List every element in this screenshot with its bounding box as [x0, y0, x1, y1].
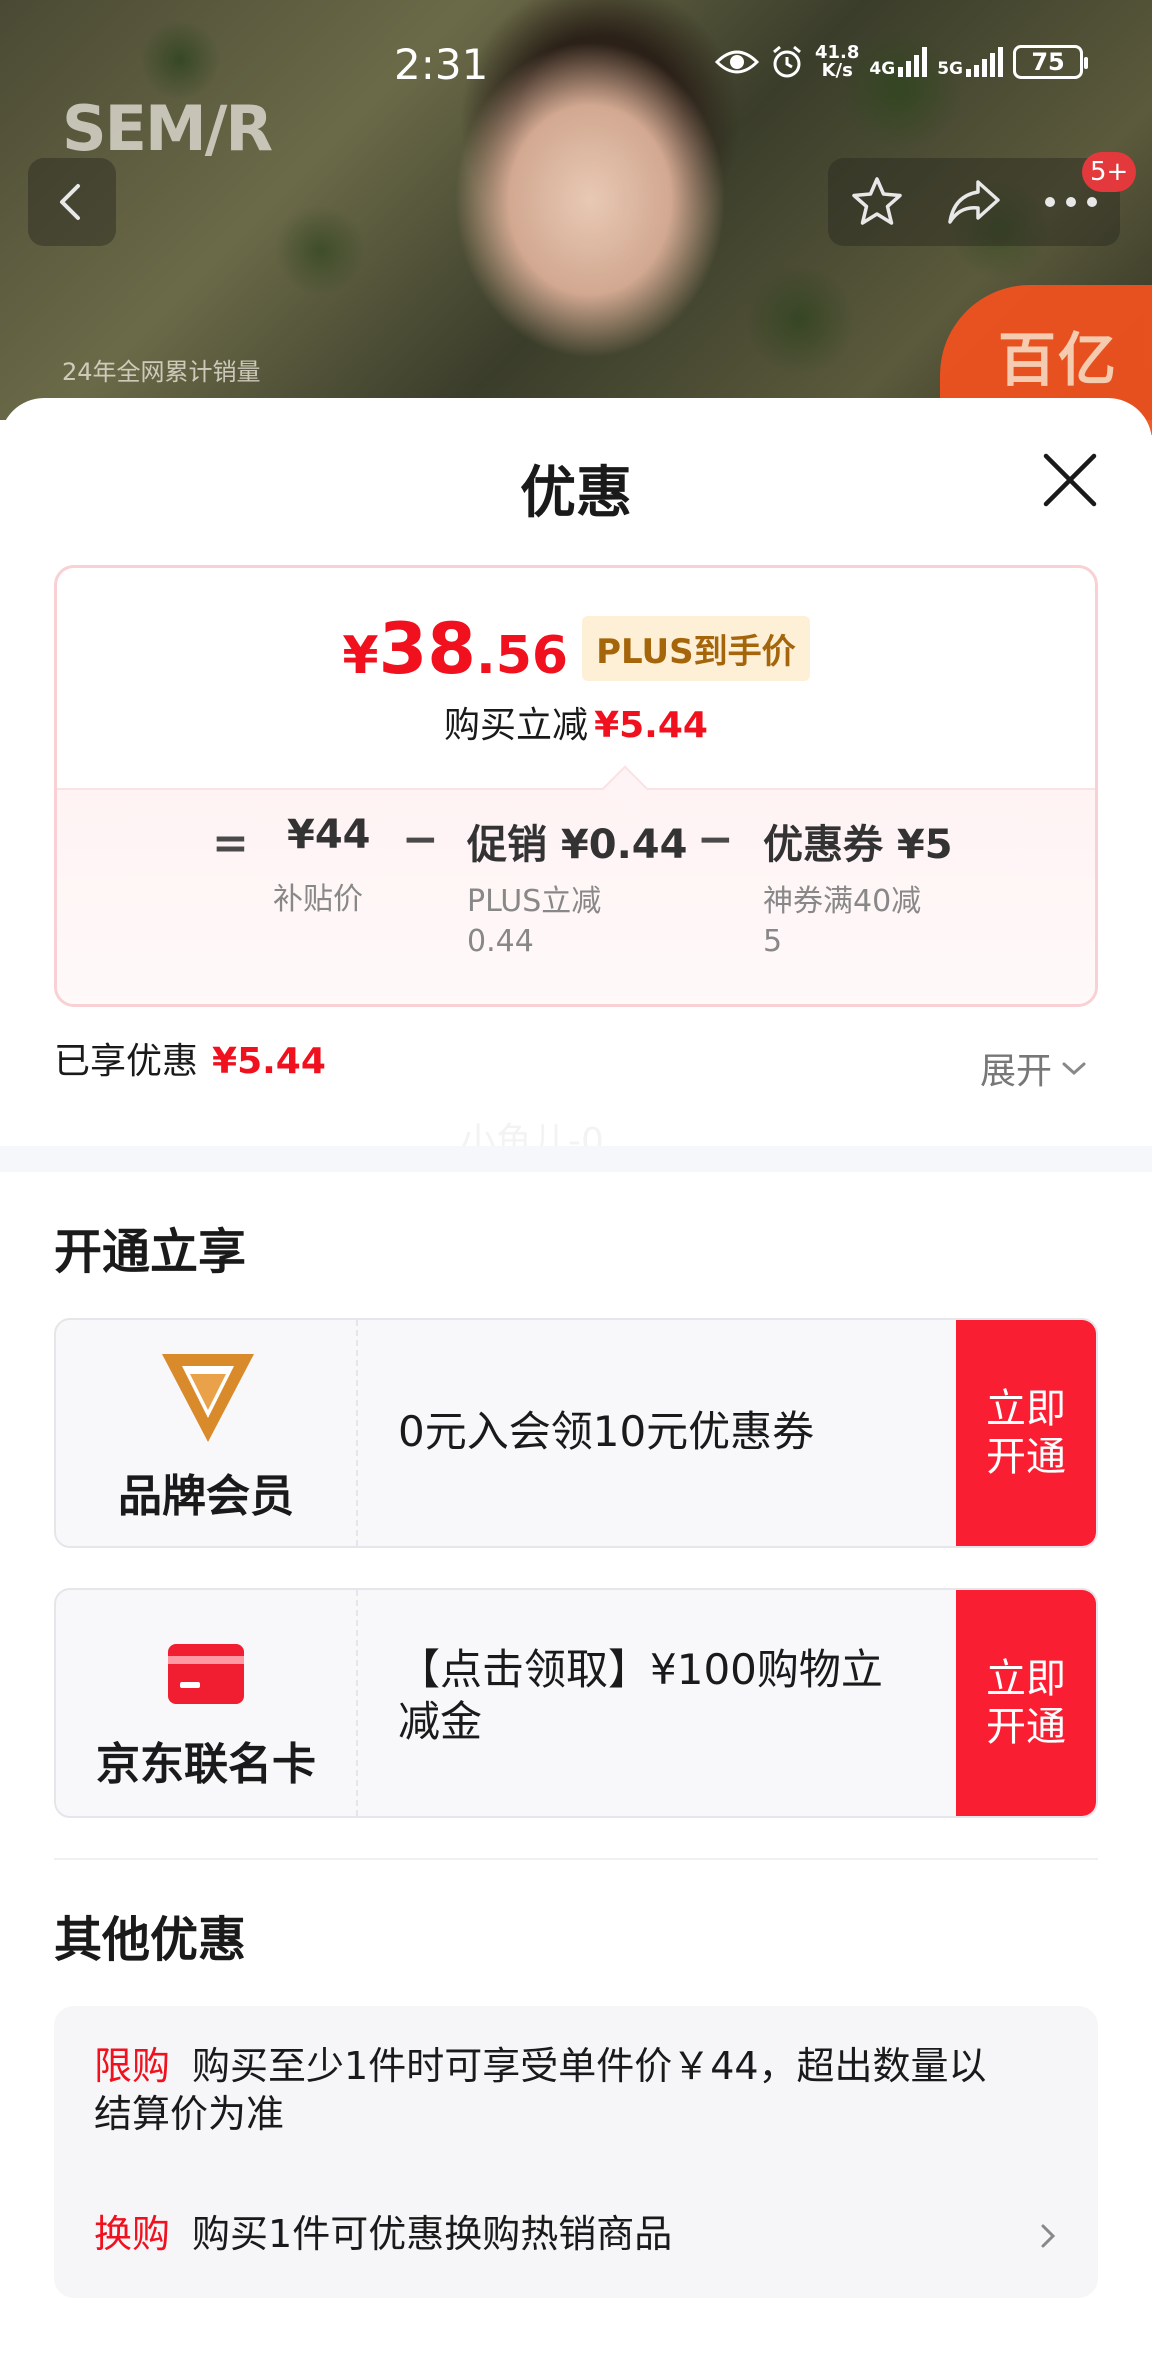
close-icon	[1043, 453, 1097, 507]
eye-icon	[715, 50, 759, 74]
purchase-limit-item: 限购 购买至少1件时可享受单件价￥44，超出数量以 结算价为准	[94, 2044, 987, 2136]
price-breakdown: = ¥44 补贴价 − 促销 ¥0.44 PLUS立减 0.44 − 优惠券 ¥…	[57, 765, 1095, 1004]
favorite-button[interactable]	[842, 167, 912, 237]
section-separator	[0, 1146, 1152, 1172]
promo-sub-label: PLUS立减	[467, 884, 602, 919]
jd-card-desc: 【点击领取】¥100购物立 减金	[398, 1645, 883, 1746]
trade-up-label: 换购	[94, 2212, 171, 2256]
subsidy-label: 补贴价	[273, 882, 363, 917]
chevron-right-icon	[1041, 2224, 1056, 2248]
jd-cobrand-card[interactable]: 京东联名卡 【点击领取】¥100购物立 减金 立即 开通	[54, 1588, 1098, 1818]
status-bar: 2:31 41.8 K/s 4G 5G 75	[0, 0, 1152, 130]
chevron-down-icon	[1062, 1062, 1086, 1076]
brand-member-name: 品牌会员	[118, 1471, 294, 1522]
status-time: 2:31	[394, 40, 489, 89]
brand-member-logo-icon	[162, 1354, 254, 1442]
coupon-discount: 优惠券 ¥5	[763, 822, 953, 868]
divider	[54, 1858, 1098, 1860]
brand-member-desc: 0元入会领10元优惠券	[398, 1407, 815, 1456]
purchase-limit-label: 限购	[94, 2044, 171, 2088]
star-icon	[851, 177, 902, 225]
battery-icon: 75	[1013, 45, 1089, 79]
plus-price-tag: PLUS到手价	[582, 616, 810, 681]
close-button[interactable]	[1038, 448, 1102, 512]
back-button[interactable]	[28, 158, 116, 246]
sales-text: 24年全网累计销量	[62, 358, 261, 386]
subsidy-price: ¥44	[287, 812, 371, 858]
instant-reduction: 购买立减 ¥5.44	[444, 705, 708, 746]
net-speed: 41.8 K/s	[815, 42, 860, 81]
open-brand-member-button[interactable]: 立即 开通	[956, 1320, 1096, 1546]
other-offers-box: 限购 购买至少1件时可享受单件价￥44，超出数量以 结算价为准 换购 购买1件可优惠换…	[54, 2006, 1098, 2298]
other-section-title: 其他优惠	[54, 1912, 247, 1968]
price-card: ¥38.56 PLUS到手价 购买立减 ¥5.44 = ¥44 补贴价 − 促销 …	[54, 565, 1098, 1007]
share-icon	[948, 180, 1000, 224]
signal-icon-1	[898, 47, 928, 77]
coupon-sub-label: 神券满40减	[763, 884, 922, 919]
share-button[interactable]	[939, 167, 1009, 237]
signal-icon-2	[966, 47, 1004, 77]
promo-discount: 促销 ¥0.44	[467, 822, 688, 868]
enjoyed-discount: 已享优惠 ¥5.44	[54, 1041, 326, 1082]
brand-member-card[interactable]: 品牌会员 0元入会领10元优惠券 立即 开通	[54, 1318, 1098, 1548]
message-count-badge: 5+	[1082, 152, 1137, 192]
alarm-icon	[773, 45, 801, 78]
open-jd-card-button[interactable]: 立即 开通	[956, 1590, 1096, 1816]
network-type-2: 5G	[937, 59, 964, 79]
network-type-1: 4G	[869, 59, 896, 79]
minus-sign: −	[402, 814, 439, 865]
jd-card-name: 京东联名卡	[96, 1739, 316, 1790]
more-dots-icon	[1045, 197, 1098, 207]
expand-toggle[interactable]: 展开	[980, 1042, 1088, 1094]
credit-card-icon	[168, 1644, 244, 1704]
promo-sub-amount: 0.44	[467, 924, 534, 959]
coupon-sub-amount: 5	[763, 924, 783, 959]
final-price: ¥38.56	[342, 608, 569, 690]
equals-sign: =	[212, 818, 249, 869]
sheet-title: 优惠	[520, 461, 632, 526]
page: SEM/R 24年全网累计销量 百亿 2:31 41.8 K/s 4G 5G 75	[0, 0, 1152, 2376]
top-actions	[828, 158, 1120, 246]
open-section-title: 开通立享	[54, 1224, 247, 1280]
minus-sign: −	[697, 814, 734, 865]
trade-up-item[interactable]: 换购 购买1件可优惠换购热销商品	[94, 2210, 1058, 2258]
chevron-left-icon	[60, 184, 80, 220]
